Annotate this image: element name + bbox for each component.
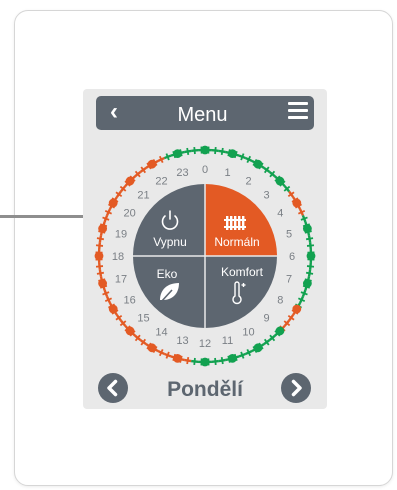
schedule-tick bbox=[300, 216, 308, 221]
hour-marker-dot[interactable] bbox=[173, 353, 182, 363]
hour-label: 21 bbox=[137, 189, 149, 201]
hamburger-menu-icon[interactable] bbox=[288, 102, 308, 120]
schedule-tick bbox=[95, 265, 104, 268]
schedule-tick bbox=[220, 147, 224, 156]
schedule-tick bbox=[214, 146, 217, 155]
hour-marker-dot[interactable] bbox=[228, 149, 237, 159]
chevron-left-circle-icon[interactable] bbox=[98, 373, 128, 403]
hour-label: 18 bbox=[112, 251, 124, 263]
schedule-tick bbox=[102, 291, 110, 296]
hour-marker-dot[interactable] bbox=[108, 304, 118, 314]
mode-eco-label: Eko bbox=[157, 267, 178, 281]
hour-label: 0 bbox=[202, 164, 208, 176]
schedule-tick bbox=[240, 153, 245, 161]
schedule-tick bbox=[186, 147, 190, 156]
hour-label: 11 bbox=[222, 335, 233, 347]
schedule-tick bbox=[300, 291, 308, 296]
schedule-tick bbox=[214, 357, 217, 366]
hour-marker-dot[interactable] bbox=[98, 279, 108, 288]
hour-marker-dot[interactable] bbox=[108, 198, 118, 208]
hour-marker-dot[interactable] bbox=[306, 251, 316, 261]
schedule-tick bbox=[306, 265, 315, 268]
radiator-icon bbox=[224, 216, 246, 230]
hour-marker-dot[interactable] bbox=[94, 251, 104, 261]
mode-comfort-label: Komfort bbox=[221, 265, 264, 279]
hour-label: 20 bbox=[124, 208, 136, 220]
hour-marker-dot[interactable] bbox=[275, 326, 285, 336]
schedule-tick bbox=[240, 351, 245, 359]
schedule-tick bbox=[305, 271, 314, 275]
hour-marker-dot[interactable] bbox=[253, 159, 263, 169]
hour-marker-dot[interactable] bbox=[125, 176, 135, 186]
hour-label: 7 bbox=[286, 274, 292, 286]
hour-label: 6 bbox=[289, 251, 295, 263]
hour-label: 10 bbox=[242, 326, 254, 338]
chevron-right-circle-icon[interactable] bbox=[281, 373, 311, 403]
hour-marker-dot[interactable] bbox=[253, 343, 263, 353]
hour-label: 17 bbox=[115, 274, 127, 286]
schedule-dial: 0 1234567891011121314151617181920212223 V… bbox=[94, 145, 316, 367]
hour-marker-dot[interactable] bbox=[292, 304, 302, 314]
schedule-tick bbox=[96, 271, 105, 275]
day-label: Pondělí bbox=[167, 378, 243, 401]
hour-marker-dot[interactable] bbox=[147, 159, 157, 169]
schedule-tick bbox=[305, 237, 314, 241]
hour-label: 2 bbox=[245, 176, 251, 188]
schedule-tick bbox=[102, 216, 110, 221]
schedule-tick bbox=[220, 356, 224, 365]
hour-label: 3 bbox=[263, 189, 269, 201]
hour-label: 15 bbox=[137, 313, 149, 325]
hour-marker-dot[interactable] bbox=[147, 343, 157, 353]
hour-label: 1 bbox=[224, 167, 230, 179]
hour-label: 8 bbox=[277, 295, 283, 307]
hour-marker-dot[interactable] bbox=[98, 224, 108, 233]
hour-label: 5 bbox=[286, 228, 292, 240]
header-title: Menu bbox=[177, 104, 228, 126]
hour-label: 19 bbox=[115, 228, 127, 240]
hour-label: 16 bbox=[124, 295, 136, 307]
hour-marker-dot[interactable] bbox=[200, 357, 210, 367]
schedule-tick bbox=[306, 244, 315, 247]
hour-label: 9 bbox=[263, 313, 269, 325]
hour-marker-dot[interactable] bbox=[228, 353, 237, 363]
schedule-tick bbox=[193, 146, 196, 155]
hour-marker-dot[interactable] bbox=[292, 198, 302, 208]
hour-label: 23 bbox=[176, 167, 188, 179]
schedule-tick bbox=[193, 357, 196, 366]
schedule-tick bbox=[165, 351, 170, 359]
hour-label: 14 bbox=[155, 326, 167, 338]
mode-off-label: Vypnu bbox=[153, 235, 187, 249]
hour-marker-dot[interactable] bbox=[302, 279, 312, 288]
schedule-tick bbox=[165, 153, 170, 161]
hour-marker-dot[interactable] bbox=[302, 224, 312, 233]
schedule-tick bbox=[186, 356, 190, 365]
hour-label: 12 bbox=[199, 338, 211, 350]
chevron-left-icon[interactable]: ‹ bbox=[103, 99, 125, 125]
hour-label: 22 bbox=[155, 176, 167, 188]
mode-normal-label: Normáln bbox=[214, 235, 259, 249]
hour-marker-dot[interactable] bbox=[200, 145, 210, 155]
hour-marker-dot[interactable] bbox=[275, 176, 285, 186]
schedule-tick bbox=[96, 237, 105, 241]
schedule-tick bbox=[95, 244, 104, 247]
hour-label: 4 bbox=[277, 208, 283, 220]
hour-marker-dot[interactable] bbox=[173, 149, 182, 159]
hour-label: 13 bbox=[176, 335, 188, 347]
hour-marker-dot[interactable] bbox=[125, 326, 135, 336]
